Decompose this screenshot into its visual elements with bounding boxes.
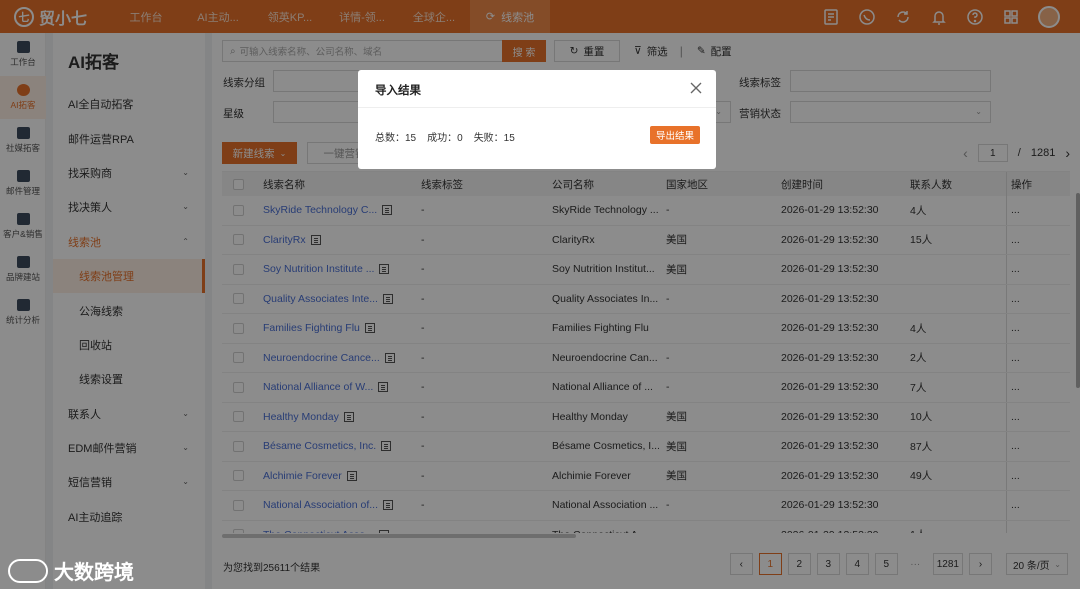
watermark: 大数跨境 <box>8 556 134 585</box>
watermark-logo-icon <box>8 558 48 583</box>
dialog-divider <box>358 107 716 108</box>
success-count: 成功：0 <box>427 133 463 144</box>
dialog-title: 导入结果 <box>375 85 421 97</box>
close-icon[interactable] <box>690 82 702 94</box>
export-result-button[interactable]: 导出结果 <box>650 126 700 144</box>
failed-count: 失败：15 <box>473 133 515 144</box>
import-result-dialog: 导入结果 总数：15 成功：0 失败：15 导出结果 <box>358 70 716 169</box>
watermark-text: 大数跨境 <box>54 562 134 584</box>
import-stats: 总数：15 成功：0 失败：15 <box>375 129 515 144</box>
total-count: 总数：15 <box>375 133 417 144</box>
